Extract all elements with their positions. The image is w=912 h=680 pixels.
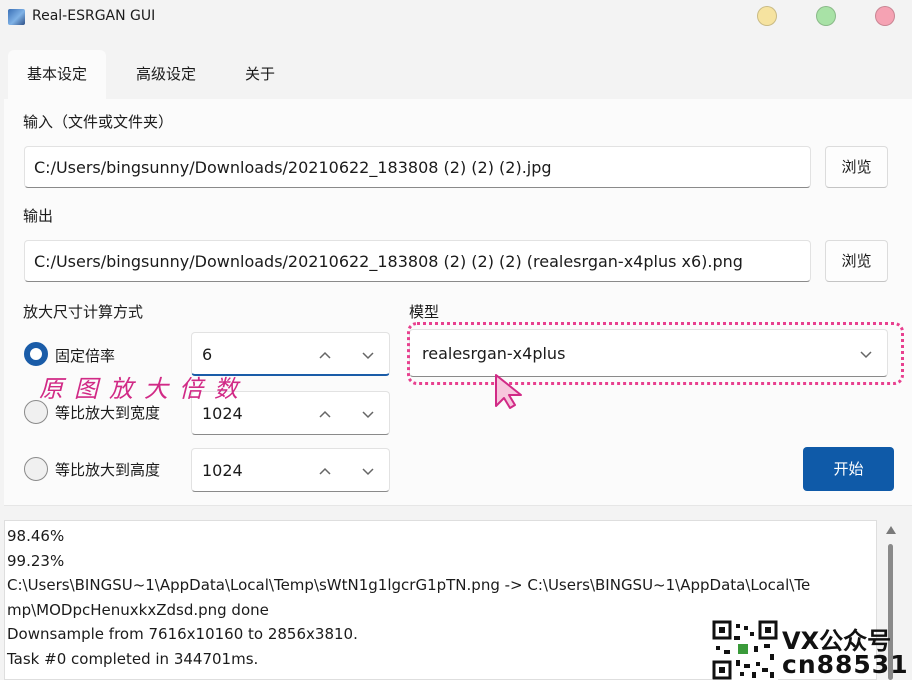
window-title: Real-ESRGAN GUI bbox=[32, 8, 156, 24]
tab-basic-settings[interactable]: 基本设定 bbox=[8, 50, 106, 99]
chevron-down-icon[interactable] bbox=[360, 463, 376, 479]
chevron-up-icon[interactable] bbox=[317, 347, 333, 363]
scroll-up-arrow-icon[interactable] bbox=[886, 526, 896, 534]
fit-width-value: 1024 bbox=[202, 404, 243, 423]
qr-code-icon bbox=[712, 620, 778, 680]
maximize-button[interactable] bbox=[816, 6, 836, 26]
output-path-value: C:/Users/bingsunny/Downloads/20210622_18… bbox=[34, 252, 743, 271]
fixed-ratio-value: 6 bbox=[202, 345, 213, 364]
fit-height-spinbox[interactable]: 1024 bbox=[191, 448, 390, 492]
tab-bar: 基本设定 高级设定 关于 bbox=[4, 43, 912, 99]
fit-width-label: 等比放大到宽度 bbox=[55, 404, 161, 422]
title-bar: Real-ESRGAN GUI bbox=[0, 0, 912, 34]
app-icon bbox=[8, 9, 25, 25]
model-label: 模型 bbox=[409, 303, 440, 321]
chevron-down-icon[interactable] bbox=[360, 347, 376, 363]
input-browse-button[interactable]: 浏览 bbox=[825, 146, 888, 188]
fixed-ratio-label: 固定倍率 bbox=[55, 347, 116, 365]
minimize-button[interactable] bbox=[757, 6, 777, 26]
log-line: mp\MODpcHenuxkxZdsd.png done bbox=[7, 601, 269, 619]
annotation-text: 原图放大倍数 bbox=[39, 375, 249, 403]
output-label: 输出 bbox=[23, 207, 54, 225]
mouse-cursor-icon bbox=[495, 374, 522, 409]
annotation-highlight-box bbox=[407, 322, 904, 385]
input-path-field[interactable]: C:/Users/bingsunny/Downloads/20210622_18… bbox=[24, 146, 811, 188]
output-browse-button[interactable]: 浏览 bbox=[825, 240, 888, 282]
chevron-down-icon[interactable] bbox=[360, 406, 376, 422]
fit-height-radio[interactable] bbox=[24, 457, 48, 481]
chevron-up-icon[interactable] bbox=[317, 406, 333, 422]
watermark-line-2: cn88531 bbox=[782, 650, 909, 679]
log-line: C:\Users\BINGSU~1\AppData\Local\Temp\sWt… bbox=[7, 576, 811, 594]
start-button[interactable]: 开始 bbox=[803, 447, 894, 491]
chevron-up-icon[interactable] bbox=[317, 463, 333, 479]
tab-advanced-settings[interactable]: 高级设定 bbox=[136, 50, 196, 99]
basic-settings-panel: 输入（文件或文件夹） C:/Users/bingsunny/Downloads/… bbox=[4, 99, 912, 506]
fixed-ratio-radio[interactable] bbox=[24, 342, 48, 366]
log-line: 98.46% bbox=[7, 527, 65, 545]
input-label: 输入（文件或文件夹） bbox=[23, 113, 174, 131]
input-path-value: C:/Users/bingsunny/Downloads/20210622_18… bbox=[34, 158, 552, 177]
log-line: 99.23% bbox=[7, 552, 65, 570]
fit-height-value: 1024 bbox=[202, 461, 243, 480]
tab-about[interactable]: 关于 bbox=[245, 50, 275, 99]
scale-mode-label: 放大尺寸计算方式 bbox=[23, 303, 144, 321]
log-line: Downsample from 7616x10160 to 2856x3810. bbox=[7, 625, 358, 643]
log-line: Task #0 completed in 344701ms. bbox=[7, 650, 259, 668]
output-path-field[interactable]: C:/Users/bingsunny/Downloads/20210622_18… bbox=[24, 240, 811, 282]
fit-height-label: 等比放大到高度 bbox=[55, 461, 161, 479]
close-button[interactable] bbox=[875, 6, 895, 26]
